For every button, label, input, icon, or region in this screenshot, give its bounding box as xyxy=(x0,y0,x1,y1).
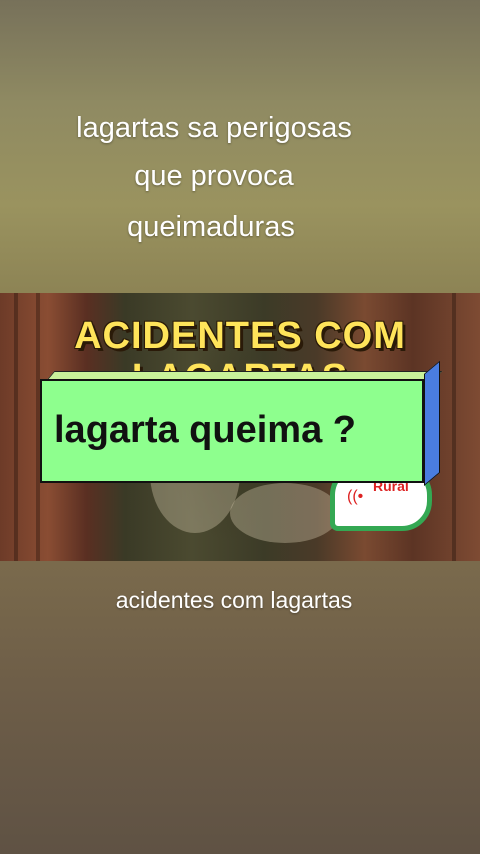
question-box-side-face xyxy=(424,360,440,486)
caption-line-1: lagartas sa perigosas xyxy=(76,112,352,144)
question-box: lagarta queima ? xyxy=(40,360,443,487)
question-box-front: lagarta queima ? xyxy=(40,379,424,483)
video-banner-title: ACIDENTES COM xyxy=(74,315,406,357)
caption-line-2: que provoca xyxy=(134,160,294,192)
wifi-signal-icon: ((• xyxy=(347,488,364,505)
caterpillar-cluster xyxy=(230,483,340,543)
question-text: lagarta queima ? xyxy=(54,409,356,451)
caption-line-3: queimaduras xyxy=(127,211,295,243)
caption-bottom: acidentes com lagartas xyxy=(115,587,353,613)
